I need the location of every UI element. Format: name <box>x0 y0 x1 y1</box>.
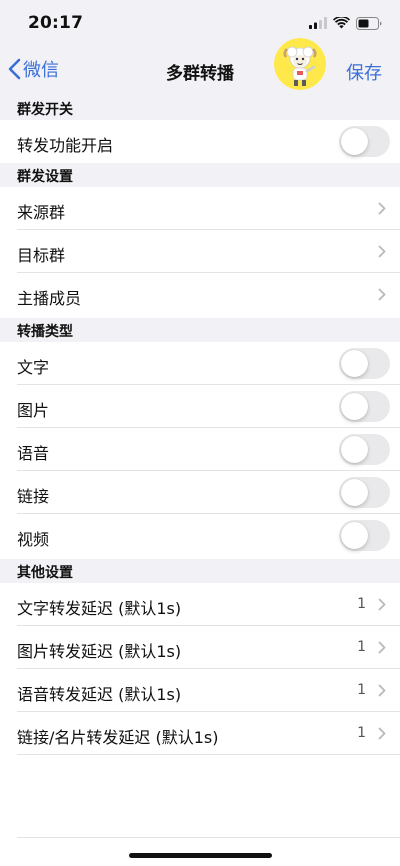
type-voice-row: 语音 <box>0 428 400 471</box>
home-indicator[interactable] <box>129 853 272 858</box>
section-header-group-settings: 群发设置 <box>0 163 400 187</box>
status-bar: 20:17 <box>0 0 400 44</box>
page-title: 多群转播 <box>166 64 234 84</box>
image-delay-value: 1 <box>357 639 366 655</box>
type-link-toggle[interactable] <box>339 477 390 508</box>
type-voice-label: 语音 <box>17 444 50 463</box>
link-card-delay-row[interactable]: 链接/名片转发延迟 (默认1s) 1 <box>0 712 400 755</box>
type-video-row: 视频 <box>0 514 400 557</box>
section-header-label: 群发设置 <box>17 169 73 185</box>
type-text-label: 文字 <box>17 358 50 377</box>
toggle-knob <box>341 350 368 377</box>
type-image-label: 图片 <box>17 401 50 420</box>
cellular-signal-icon <box>309 17 327 29</box>
forward-enabled-toggle[interactable] <box>339 126 390 157</box>
chevron-right-icon <box>378 598 386 611</box>
forward-enabled-label: 转发功能开启 <box>17 136 114 155</box>
toggle-knob <box>341 128 368 155</box>
link-card-delay-value: 1 <box>357 725 366 741</box>
type-image-row: 图片 <box>0 385 400 428</box>
target-group-label: 目标群 <box>17 246 66 265</box>
source-group-label: 来源群 <box>17 203 66 222</box>
status-time: 20:17 <box>28 13 84 33</box>
image-delay-label: 图片转发延迟 (默认1s) <box>17 642 182 661</box>
wifi-icon <box>333 17 350 29</box>
voice-delay-row[interactable]: 语音转发延迟 (默认1s) 1 <box>0 669 400 712</box>
avatar[interactable] <box>274 38 326 90</box>
target-group-row[interactable]: 目标群 <box>0 230 400 273</box>
bottom-divider <box>17 837 400 838</box>
toggle-knob <box>341 436 368 463</box>
type-video-label: 视频 <box>17 530 50 549</box>
link-card-delay-label: 链接/名片转发延迟 (默认1s) <box>17 728 219 747</box>
toggle-knob <box>341 393 368 420</box>
toggle-knob <box>341 479 368 506</box>
type-voice-toggle[interactable] <box>339 434 390 465</box>
type-link-label: 链接 <box>17 487 50 506</box>
chevron-right-icon <box>378 245 386 258</box>
cartoon-sheep-avatar-icon <box>274 38 326 90</box>
back-label: 微信 <box>23 60 59 81</box>
row-divider <box>17 754 400 755</box>
type-text-toggle[interactable] <box>339 348 390 379</box>
source-group-row[interactable]: 来源群 <box>0 187 400 230</box>
chevron-left-icon <box>8 58 21 80</box>
type-image-toggle[interactable] <box>339 391 390 422</box>
type-text-row: 文字 <box>0 342 400 385</box>
section-header-broadcast-types: 转播类型 <box>0 318 400 342</box>
navigation-bar: 微信 多群转播 保存 <box>0 38 400 96</box>
status-icons <box>309 16 382 30</box>
save-button[interactable]: 保存 <box>346 59 382 85</box>
chevron-right-icon <box>378 202 386 215</box>
chevron-right-icon <box>378 684 386 697</box>
forward-enabled-row: 转发功能开启 <box>0 120 400 163</box>
text-delay-value: 1 <box>357 596 366 612</box>
voice-delay-label: 语音转发延迟 (默认1s) <box>17 685 182 704</box>
section-header-forward-switch: 群发开关 <box>0 96 400 120</box>
battery-icon <box>356 16 382 30</box>
section-header-other-settings: 其他设置 <box>0 559 400 583</box>
anchor-members-label: 主播成员 <box>17 289 82 308</box>
text-delay-row[interactable]: 文字转发延迟 (默认1s) 1 <box>0 583 400 626</box>
back-button[interactable]: 微信 <box>8 56 59 82</box>
voice-delay-value: 1 <box>357 682 366 698</box>
section-header-label: 转播类型 <box>17 324 73 340</box>
toggle-knob <box>341 522 368 549</box>
chevron-right-icon <box>378 641 386 654</box>
chevron-right-icon <box>378 288 386 301</box>
section-header-label: 其他设置 <box>17 565 73 581</box>
chevron-right-icon <box>378 727 386 740</box>
section-header-label: 群发开关 <box>17 102 73 118</box>
text-delay-label: 文字转发延迟 (默认1s) <box>17 599 182 618</box>
type-link-row: 链接 <box>0 471 400 514</box>
type-video-toggle[interactable] <box>339 520 390 551</box>
image-delay-row[interactable]: 图片转发延迟 (默认1s) 1 <box>0 626 400 669</box>
anchor-members-row[interactable]: 主播成员 <box>0 273 400 316</box>
